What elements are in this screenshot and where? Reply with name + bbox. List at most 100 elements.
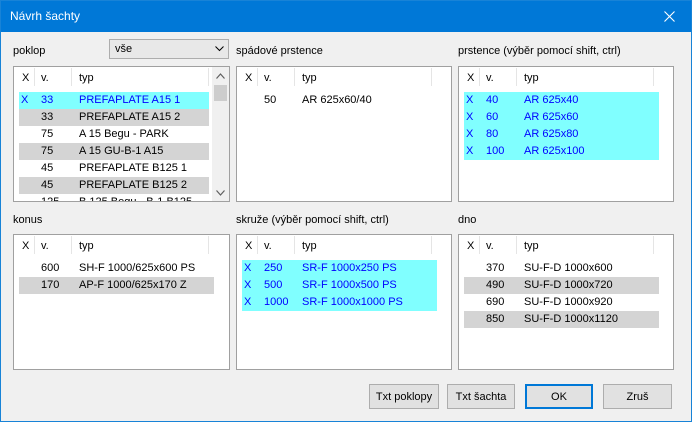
column-divider	[257, 68, 258, 86]
txt-sachta-button[interactable]: Txt šachta	[447, 384, 515, 409]
cancel-button[interactable]: Zruš	[603, 384, 672, 409]
vertical-scrollbar[interactable]	[212, 67, 229, 201]
column-header-v[interactable]: v.	[486, 240, 494, 252]
list-row[interactable]: 75 A 15 Begu - PARK	[19, 126, 209, 143]
column-header-v[interactable]: v.	[41, 240, 49, 252]
row-v-value: 850	[486, 313, 505, 325]
row-v-value: 1000	[264, 296, 289, 308]
spadove-prstence-list[interactable]: Xv. typ 50 AR 625x60/40	[236, 66, 452, 202]
column-header-v[interactable]: v.	[264, 240, 272, 252]
list-row[interactable]: 370 SU-F-D 1000x600	[464, 260, 659, 277]
row-typ-value: AR 625x40	[524, 94, 579, 106]
row-x-mark: X	[466, 94, 474, 106]
row-v-value: 33	[41, 111, 54, 123]
list-row[interactable]: 690 SU-F-D 1000x920	[464, 294, 659, 311]
row-x-mark: X	[21, 94, 29, 106]
row-x-mark: X	[466, 128, 474, 140]
column-header-v[interactable]: v.	[486, 72, 494, 84]
list-row[interactable]: X 1000 SR-F 1000x1000 PS	[242, 294, 437, 311]
row-typ-value: SR-F 1000x250 PS	[302, 262, 397, 274]
scroll-down-arrow[interactable]	[212, 184, 229, 201]
list-row[interactable]: 600 SH-F 1000/625x600 PS	[19, 260, 214, 277]
row-typ-value: AR 625x60/40	[302, 94, 372, 106]
list-row[interactable]: 50 AR 625x60/40	[242, 92, 437, 109]
column-divider	[294, 68, 295, 86]
column-divider	[71, 68, 72, 86]
poklop-filter-select[interactable]: vše	[109, 39, 229, 59]
column-header-x[interactable]: X	[467, 240, 474, 252]
row-x-mark: X	[244, 262, 252, 274]
column-header-typ[interactable]: typ	[302, 240, 317, 252]
list-row[interactable]: X 40 AR 625x40	[464, 92, 659, 109]
list-row[interactable]: X 33 PREFAPLATE A15 1	[19, 92, 209, 109]
list-row[interactable]: 45 PREFAPLATE B125 2	[19, 177, 209, 194]
row-typ-value: B 125 Begu - B-1 B125	[79, 196, 193, 202]
column-header-v[interactable]: v.	[264, 72, 272, 84]
list-row[interactable]: X 80 AR 625x80	[464, 126, 659, 143]
poklop-label: poklop	[13, 45, 46, 57]
list-row[interactable]: X 100 AR 625x100	[464, 143, 659, 160]
list-row[interactable]: X 500 SR-F 1000x500 PS	[242, 277, 437, 294]
row-typ-value: SU-F-D 1000x1120	[524, 313, 618, 325]
list-row[interactable]: 125 B 125 Begu - B-1 B125	[19, 194, 209, 202]
dialog-window: Návrh šachty poklop vše spádové prstence…	[0, 0, 692, 422]
column-header-typ[interactable]: typ	[79, 240, 94, 252]
column-divider	[71, 236, 72, 254]
poklop-filter-value: vše	[115, 43, 133, 55]
column-divider	[653, 68, 654, 86]
poklop-list[interactable]: Xv. typ X 33 PREFAPLATE A15 1 33 PREFAPLATE A1…	[13, 66, 230, 202]
close-icon	[663, 11, 675, 22]
row-v-value: 75	[41, 128, 54, 140]
row-v-value: 33	[41, 94, 54, 106]
txt-poklopy-button[interactable]: Txt poklopy	[369, 384, 439, 409]
column-header-x[interactable]: X	[22, 240, 29, 252]
column-header-x[interactable]: X	[245, 72, 252, 84]
row-typ-value: SR-F 1000x1000 PS	[302, 296, 403, 308]
window-title: Návrh šachty	[10, 9, 81, 23]
scroll-thumb[interactable]	[214, 85, 227, 101]
list-row[interactable]: 45 PREFAPLATE B125 1	[19, 160, 209, 177]
close-button[interactable]	[647, 1, 691, 32]
list-header: Xv. typ	[14, 67, 229, 87]
list-row[interactable]: 75 A 15 GU-B-1 A15	[19, 143, 209, 160]
list-row[interactable]: X 250 SR-F 1000x250 PS	[242, 260, 437, 277]
row-typ-value: SU-F-D 1000x920	[524, 296, 613, 308]
row-v-value: 60	[486, 111, 499, 123]
column-divider	[257, 236, 258, 254]
list-row[interactable]: 850 SU-F-D 1000x1120	[464, 311, 659, 328]
row-typ-value: SR-F 1000x500 PS	[302, 279, 397, 291]
column-header-typ[interactable]: typ	[79, 72, 94, 84]
column-header-typ[interactable]: typ	[302, 72, 317, 84]
konus-list[interactable]: Xv. typ 600 SH-F 1000/625x600 PS 170 AP-F 100…	[13, 234, 230, 370]
dno-list[interactable]: Xv. typ 370 SU-F-D 1000x600 490 SU-F-D 1000x7…	[458, 234, 674, 370]
skruze-label: skruže (výběr pomocí shift, ctrl)	[236, 214, 389, 226]
column-divider	[431, 68, 432, 86]
row-x-mark: X	[466, 111, 474, 123]
row-typ-value: AR 625x60	[524, 111, 579, 123]
title-bar[interactable]: Návrh šachty	[1, 1, 691, 32]
column-divider	[34, 236, 35, 254]
scroll-up-arrow[interactable]	[212, 67, 229, 84]
column-header-typ[interactable]: typ	[524, 240, 539, 252]
skruze-list[interactable]: Xv. typ X 250 SR-F 1000x250 PS X 500 SR-F 1000x…	[236, 234, 452, 370]
row-typ-value: AR 625x100	[524, 145, 585, 157]
column-header-x[interactable]: X	[22, 72, 29, 84]
prstence-list[interactable]: Xv. typ X 40 AR 625x40 X 60 AR 625x60 X 80 AR 625x…	[458, 66, 674, 202]
list-header: Xv. typ	[237, 235, 451, 255]
column-header-x[interactable]: X	[467, 72, 474, 84]
spadove-prstence-label: spádové prstence	[236, 45, 323, 57]
column-header-x[interactable]: X	[245, 240, 252, 252]
row-typ-value: PREFAPLATE B125 2	[79, 179, 188, 191]
column-header-v[interactable]: v.	[41, 72, 49, 84]
list-row[interactable]: 33 PREFAPLATE A15 2	[19, 109, 209, 126]
row-v-value: 500	[264, 279, 283, 291]
ok-button[interactable]: OK	[525, 384, 593, 409]
row-v-value: 600	[41, 262, 60, 274]
list-row[interactable]: X 60 AR 625x60	[464, 109, 659, 126]
row-x-mark: X	[244, 296, 252, 308]
list-row[interactable]: 490 SU-F-D 1000x720	[464, 277, 659, 294]
row-typ-value: SH-F 1000/625x600 PS	[79, 262, 196, 274]
column-header-typ[interactable]: typ	[524, 72, 539, 84]
list-row[interactable]: 170 AP-F 1000/625x170 Z	[19, 277, 214, 294]
row-v-value: 100	[486, 145, 505, 157]
